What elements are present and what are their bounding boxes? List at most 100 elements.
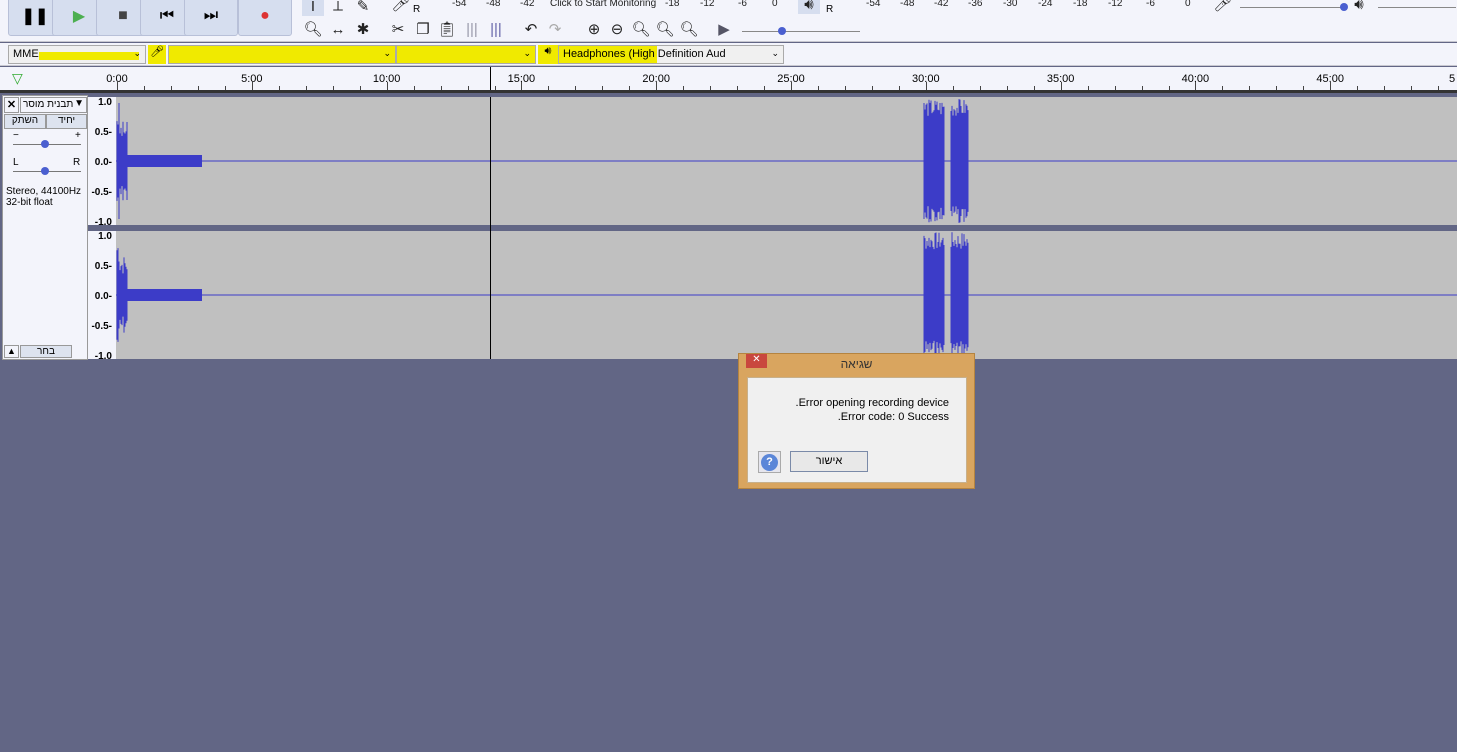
ruler-tick-mark [737,86,739,90]
waveform-channel-left[interactable] [116,97,1457,225]
audio-host-select[interactable]: MME ⌄ [8,45,146,64]
ruler-tick-mark [1114,86,1116,90]
meter-tick: -36 [968,0,983,9]
record-volume-slider[interactable] [1240,7,1345,8]
zoom-toggle-icon[interactable]: 🔍︎ [678,19,700,39]
ruler-tick-mark [1141,86,1143,90]
fit-project-icon[interactable]: 🔍︎ [654,19,676,39]
ruler-tick-label: 5 [1449,73,1456,85]
scale-label: -1.0 [94,217,112,228]
record-volume-mic-icon: 🎤︎ [1213,0,1233,13]
multi-tool-icon[interactable]: ✱ [352,19,374,39]
ruler-tick-mark [278,86,280,90]
meter-tick: -54 [866,0,881,9]
gain-plus-label: + [75,130,81,141]
speaker-icon: 🔊︎ [538,45,558,64]
meter-tick: -18 [1073,0,1088,9]
ruler-tick-mark [1060,82,1062,90]
collapse-track-button[interactable]: ▲ [4,345,19,358]
scale-label: 0.0- [94,157,112,168]
ruler-tick-mark [1087,86,1089,90]
ok-button[interactable]: אישור [790,451,868,472]
track-name: תבנית מוסר [23,99,74,110]
pan-slider-thumb[interactable] [41,167,49,175]
ruler-tick-mark [386,82,388,90]
track-menu-button[interactable]: תבנית מוסר ▼ [20,97,87,113]
ruler-tick-mark [305,86,307,90]
speaker-icon[interactable]: 🔊︎ [798,0,820,14]
gain-slider-thumb[interactable] [41,140,49,148]
ruler-tick-mark [1168,86,1170,90]
selection-tool-icon[interactable]: I [302,0,324,16]
track-sample-format: 32-bit float [6,197,53,208]
close-track-button[interactable]: ✕ [4,97,19,113]
playback-meter[interactable]: -54 -48 -42 -36 -30 -24 -18 -12 -6 0 [840,0,1200,14]
play-speed-thumb[interactable] [778,27,786,35]
ruler-tick-mark [413,86,415,90]
meter-tick: -48 [486,0,501,9]
playback-device-select[interactable]: Headphones (High Definition Aud ⌄ [558,45,784,64]
ruler-tick-mark [791,82,792,90]
copy-icon[interactable]: ❐ [412,19,434,39]
envelope-tool-icon[interactable]: ⟂ [327,0,349,16]
ruler-tick-mark [1303,86,1305,90]
ruler-tick-mark [872,86,873,90]
meter-tick: -42 [934,0,949,9]
playback-volume-slider[interactable] [1378,7,1456,8]
timeline-ruler[interactable]: ▽ 0:00 5:00 10:00 15:00 20:00 25:00 30:00 35:00… [0,67,1457,93]
ruler-tick-mark [818,86,819,90]
waveform-channel-right[interactable] [116,231,1457,359]
silence-icon[interactable]: ||| [485,19,507,39]
meter-tick: 0 [1185,0,1191,9]
trim-icon[interactable]: ||| [461,19,483,39]
zoom-out-icon[interactable]: ⊖ [606,19,628,39]
audio-host-value: MME [13,48,39,60]
ruler-tick-mark [845,86,846,90]
undo-icon[interactable]: ↶ [520,19,542,39]
amplitude-scale: 1.0 0.5- 0.0- -0.5- -1.0 [88,97,116,228]
paste-icon[interactable]: 📋︎ [436,19,458,39]
ruler-tick-mark [602,86,604,90]
zoom-tool-icon[interactable]: 🔍︎ [302,19,324,39]
ruler-tick-mark [764,86,766,90]
meter-tick: -42 [520,0,535,9]
scale-label: -0.5- [91,321,112,332]
record-meter[interactable]: -54 -48 -42 Click to Start Monitoring -1… [420,0,790,14]
ruler-tick-mark [575,86,577,90]
solo-button[interactable]: יחיד [46,114,87,129]
zoom-in-icon[interactable]: ⊕ [583,19,605,39]
cursor-line [490,97,491,359]
help-button[interactable]: ? [758,451,781,473]
meter-tick: -54 [452,0,467,9]
dialog-message: .Error opening recording device .Error co… [796,396,949,424]
skip-to-end-button[interactable]: ⏭ [184,0,238,36]
ruler-tick-mark [1438,86,1440,90]
ruler-tick-mark [198,86,199,90]
play-head[interactable] [490,67,491,90]
pan-left-label: L [13,157,19,168]
ruler-tick-mark [979,86,981,90]
dialog-message-line: .Error code: 0 Success [837,411,949,423]
record-volume-thumb[interactable] [1340,3,1348,11]
scale-label: 0.5- [94,261,112,272]
fit-selection-icon[interactable]: 🔍︎ [630,19,652,39]
start-monitoring-label[interactable]: Click to Start Monitoring [550,0,656,9]
draw-tool-icon[interactable]: ✎ [352,0,374,16]
play-speed-slider[interactable] [742,31,860,32]
record-button[interactable]: ● [238,0,292,36]
ruler-tick-mark [494,86,496,90]
ruler-tick-mark [1249,86,1251,90]
redo-icon[interactable]: ↷ [544,19,566,39]
ruler-tick-mark [710,86,712,90]
playback-volume-speaker-icon: 🔊︎ [1354,0,1364,13]
recording-device-select[interactable]: ⌄ [168,45,396,64]
ruler-tick-mark [359,86,361,90]
timeshift-tool-icon[interactable]: ↔ [327,19,349,39]
play-at-speed-icon[interactable]: ▶ [713,19,735,39]
pin-head-icon[interactable]: ▽ [12,70,23,87]
meter-tick: -6 [738,0,747,9]
mute-button[interactable]: השתק [4,114,46,129]
recording-channels-select[interactable]: ⌄ [396,45,536,64]
select-track-button[interactable]: בחר [20,345,72,358]
cut-icon[interactable]: ✂ [387,19,409,39]
